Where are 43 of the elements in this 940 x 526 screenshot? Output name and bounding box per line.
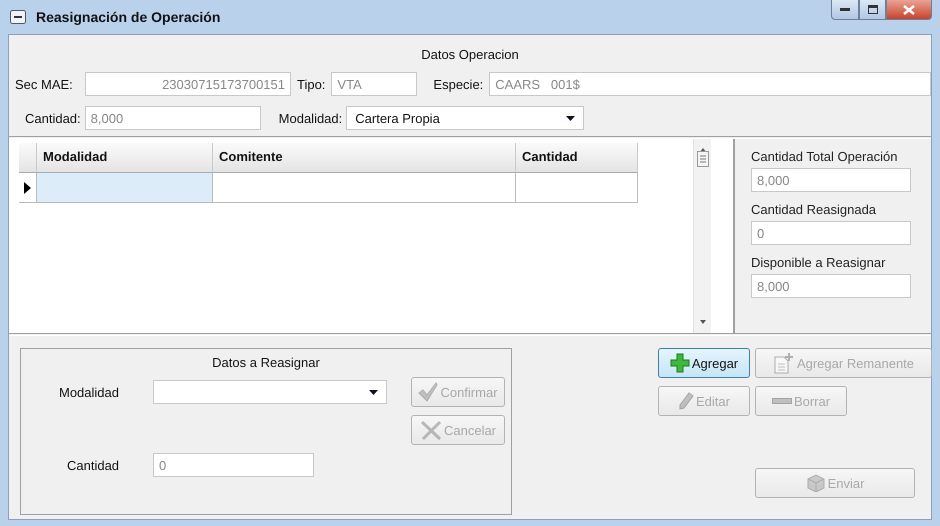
maximize-icon [868, 5, 878, 14]
text-field[interactable]: CAARS 001$ [489, 72, 931, 96]
current-row-icon [24, 182, 31, 194]
total-field[interactable]: 8,000 [751, 168, 911, 192]
total-label: Cantidad Reasignada [751, 202, 878, 217]
field-label: Modalidad [58, 384, 120, 400]
total-field[interactable]: 8,000 [751, 274, 911, 298]
field-label: Modalidad: [278, 110, 342, 126]
dropdown-arrow-icon [369, 390, 378, 394]
row-indicator[interactable] [19, 173, 37, 203]
window-menu-icon[interactable] [10, 10, 26, 24]
field-label: Sec MAE: [15, 76, 74, 92]
field-label: Especie: [433, 76, 484, 92]
column-header[interactable]: Cantidad [516, 143, 638, 173]
modalidad-dropdown[interactable]: Cartera Propia [346, 106, 584, 130]
section-title: Datos Operacion [420, 46, 520, 64]
action-button[interactable]: Agregar [658, 348, 750, 378]
scroll-thumb[interactable] [696, 151, 710, 167]
column-header[interactable]: Comitente [213, 143, 516, 173]
vertical-scrollbar[interactable] [693, 139, 711, 333]
total-field[interactable]: 0 [751, 221, 911, 245]
text-field[interactable]: 23030715173700151 [85, 72, 291, 96]
column-header[interactable]: Modalidad [37, 143, 213, 173]
table-cell[interactable] [213, 173, 516, 203]
maximize-button[interactable] [859, 0, 886, 20]
window-title: Reasignación de Operación [36, 9, 222, 25]
row-header-corner [19, 143, 37, 173]
minimize-button[interactable] [831, 0, 859, 20]
close-icon [903, 4, 915, 14]
table-cell[interactable] [37, 173, 213, 203]
field-label: Tipo: [297, 76, 326, 92]
total-label: Cantidad Total Operación [751, 149, 898, 164]
minimize-icon [840, 8, 850, 12]
total-label: Disponible a Reasignar [751, 255, 886, 270]
close-button[interactable] [886, 0, 932, 20]
table-cell[interactable] [516, 173, 638, 203]
dropdown-arrow-icon [566, 116, 576, 120]
field-label: Cantidad: [25, 110, 81, 126]
group-title: Datos a Reasignar [211, 354, 321, 372]
text-field[interactable]: VTA [331, 72, 418, 96]
text-field[interactable]: 8,000 [84, 106, 261, 130]
text-field[interactable]: 0 [153, 453, 314, 477]
field-label: Cantidad [66, 458, 120, 472]
